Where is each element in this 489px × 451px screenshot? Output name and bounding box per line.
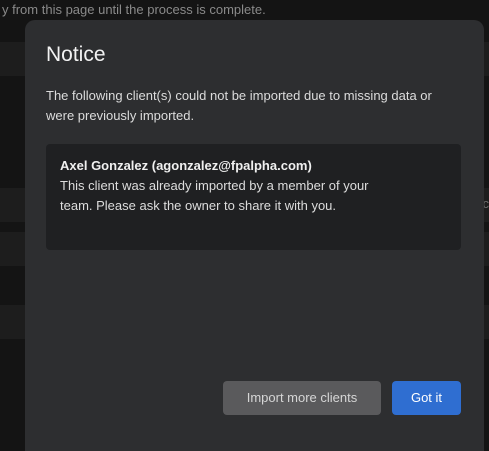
error-client-name: Axel Gonzalez (agonzalez@fpalpha.com) [60, 158, 312, 173]
import-more-clients-button[interactable]: Import more clients [223, 381, 381, 415]
dialog-message: The following client(s) could not be imp… [46, 88, 432, 123]
got-it-button[interactable]: Got it [392, 381, 461, 415]
error-detail-text: This client was already imported by a me… [60, 178, 369, 213]
import-error-card: Axel Gonzalez (agonzalez@fpalpha.com) Th… [46, 144, 461, 250]
dialog-title: Notice [46, 43, 106, 66]
background-page-text: y from this page until the process is co… [2, 2, 266, 17]
notice-dialog: Notice The following client(s) could not… [25, 20, 484, 451]
page: y from this page until the process is co… [0, 0, 489, 451]
